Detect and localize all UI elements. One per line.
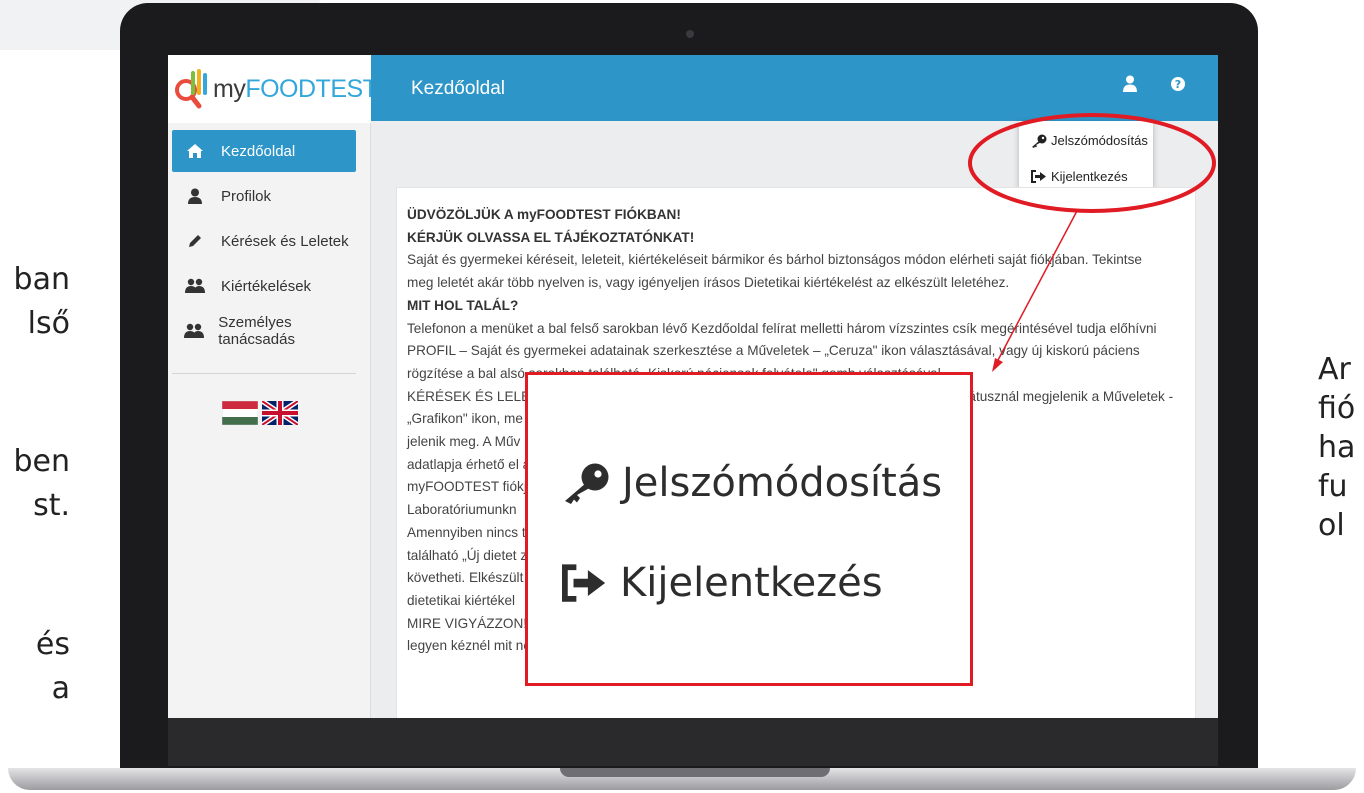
menu-item-password-change[interactable]: Jelszómódosítás [1031,133,1148,148]
sidebar-item-label: Kérések és Leletek [221,232,349,250]
logo-text-my: my [213,74,246,103]
hungarian-flag-icon[interactable] [221,400,259,430]
logo[interactable]: myFOODTEST [168,55,378,123]
logo-text: myFOODTEST [213,74,378,104]
page-title: Kezdőoldal [411,78,506,99]
sidebar: myFOODTEST Kezdőoldal Profilok Kérések é… [168,55,378,718]
sign-out-icon [1031,170,1047,183]
sidebar-item-label: Személyes tanácsadás [218,314,295,348]
sign-out-icon [562,564,608,602]
left-caption: ben st. [0,445,70,523]
sidebar-item-keresek-es-leletek[interactable]: Kérések és Leletek [172,220,356,262]
menu-item-label: Jelszómódosítás [1051,133,1148,148]
logo-icon [174,68,210,110]
left-caption-line: ban [13,262,70,297]
laptop-chin [168,718,1218,766]
help-icon[interactable]: ? [1171,77,1185,96]
logo-text-foodtest: FOODTEST [245,74,378,103]
zoomed-label: Kijelentkezés [620,560,883,606]
uk-flag-icon[interactable] [260,398,300,430]
laptop-base-notch [560,768,830,777]
left-caption: és a [0,628,70,706]
key-icon [562,461,610,505]
left-caption-line: és [35,627,70,662]
welcome-subheading: KÉRJÜK OLVASSA EL TÁJÉKOZTATÓNKAT! [407,229,695,245]
user-icon [182,188,208,204]
left-caption-line: ben [13,444,70,479]
right-caption-line: Ar [1318,352,1351,387]
body-text: Saját és gyermekei kéréseit, leleteit, k… [407,252,1142,268]
users-icon [182,323,205,339]
section-heading: MIT HOL TALÁL? [407,297,519,313]
left-caption-line: st. [33,488,70,523]
zoomed-password-change: Jelszómódosítás [562,460,942,506]
welcome-heading: ÜDVÖZÖLJÜK A myFOODTEST FIÓKBAN! [407,207,681,222]
key-icon [1031,134,1047,148]
top-bar: Kezdőoldal ? [371,55,1218,121]
sidebar-nav: Kezdőoldal Profilok Kérések és Leletek K… [172,130,356,355]
user-icon[interactable] [1123,75,1137,97]
sidebar-divider [172,373,356,374]
left-caption-line: lső [27,306,70,341]
webcam [686,30,694,38]
sidebar-item-label: Kezdőoldal [221,142,296,160]
body-text: meg leletét akár több nyelven is, vagy i… [407,275,1010,291]
sidebar-item-kiertekelesek[interactable]: Kiértékelések [172,265,356,307]
body-text: Telefonon a menüket a bal felső sarokban… [407,320,1157,336]
users-icon [182,278,208,294]
sidebar-item-profilok[interactable]: Profilok [172,175,356,217]
zoomed-logout: Kijelentkezés [562,560,883,606]
sidebar-item-szemelyes-tanacsadas[interactable]: Személyes tanácsadás [172,310,356,352]
left-caption: ban lső [0,263,70,341]
left-caption-line: a [51,671,70,706]
home-icon [182,143,208,159]
menu-item-logout[interactable]: Kijelentkezés [1031,169,1128,184]
right-caption-line: fu [1318,469,1348,504]
right-caption-line: ha [1318,430,1356,465]
zoomed-menu-callout: Jelszómódosítás Kijelentkezés [525,372,973,686]
right-caption-line: fió [1318,391,1356,426]
right-caption: Ar fió ha fu ol [1318,353,1355,543]
zoomed-label: Jelszómódosítás [622,460,943,506]
pencil-icon [182,234,208,248]
body-text: PROFIL – Saját és gyermekei adatainak sz… [407,343,1140,359]
svg-text:?: ? [1175,78,1181,91]
app-screen: myFOODTEST Kezdőoldal Profilok Kérések é… [168,55,1218,718]
sidebar-item-label: Kiértékelések [221,277,312,295]
menu-item-label: Kijelentkezés [1051,169,1128,184]
language-switcher [221,398,300,430]
sidebar-item-kezdooldal[interactable]: Kezdőoldal [172,130,356,172]
sidebar-item-label: Profilok [221,187,272,205]
right-caption-line: ol [1318,508,1345,543]
